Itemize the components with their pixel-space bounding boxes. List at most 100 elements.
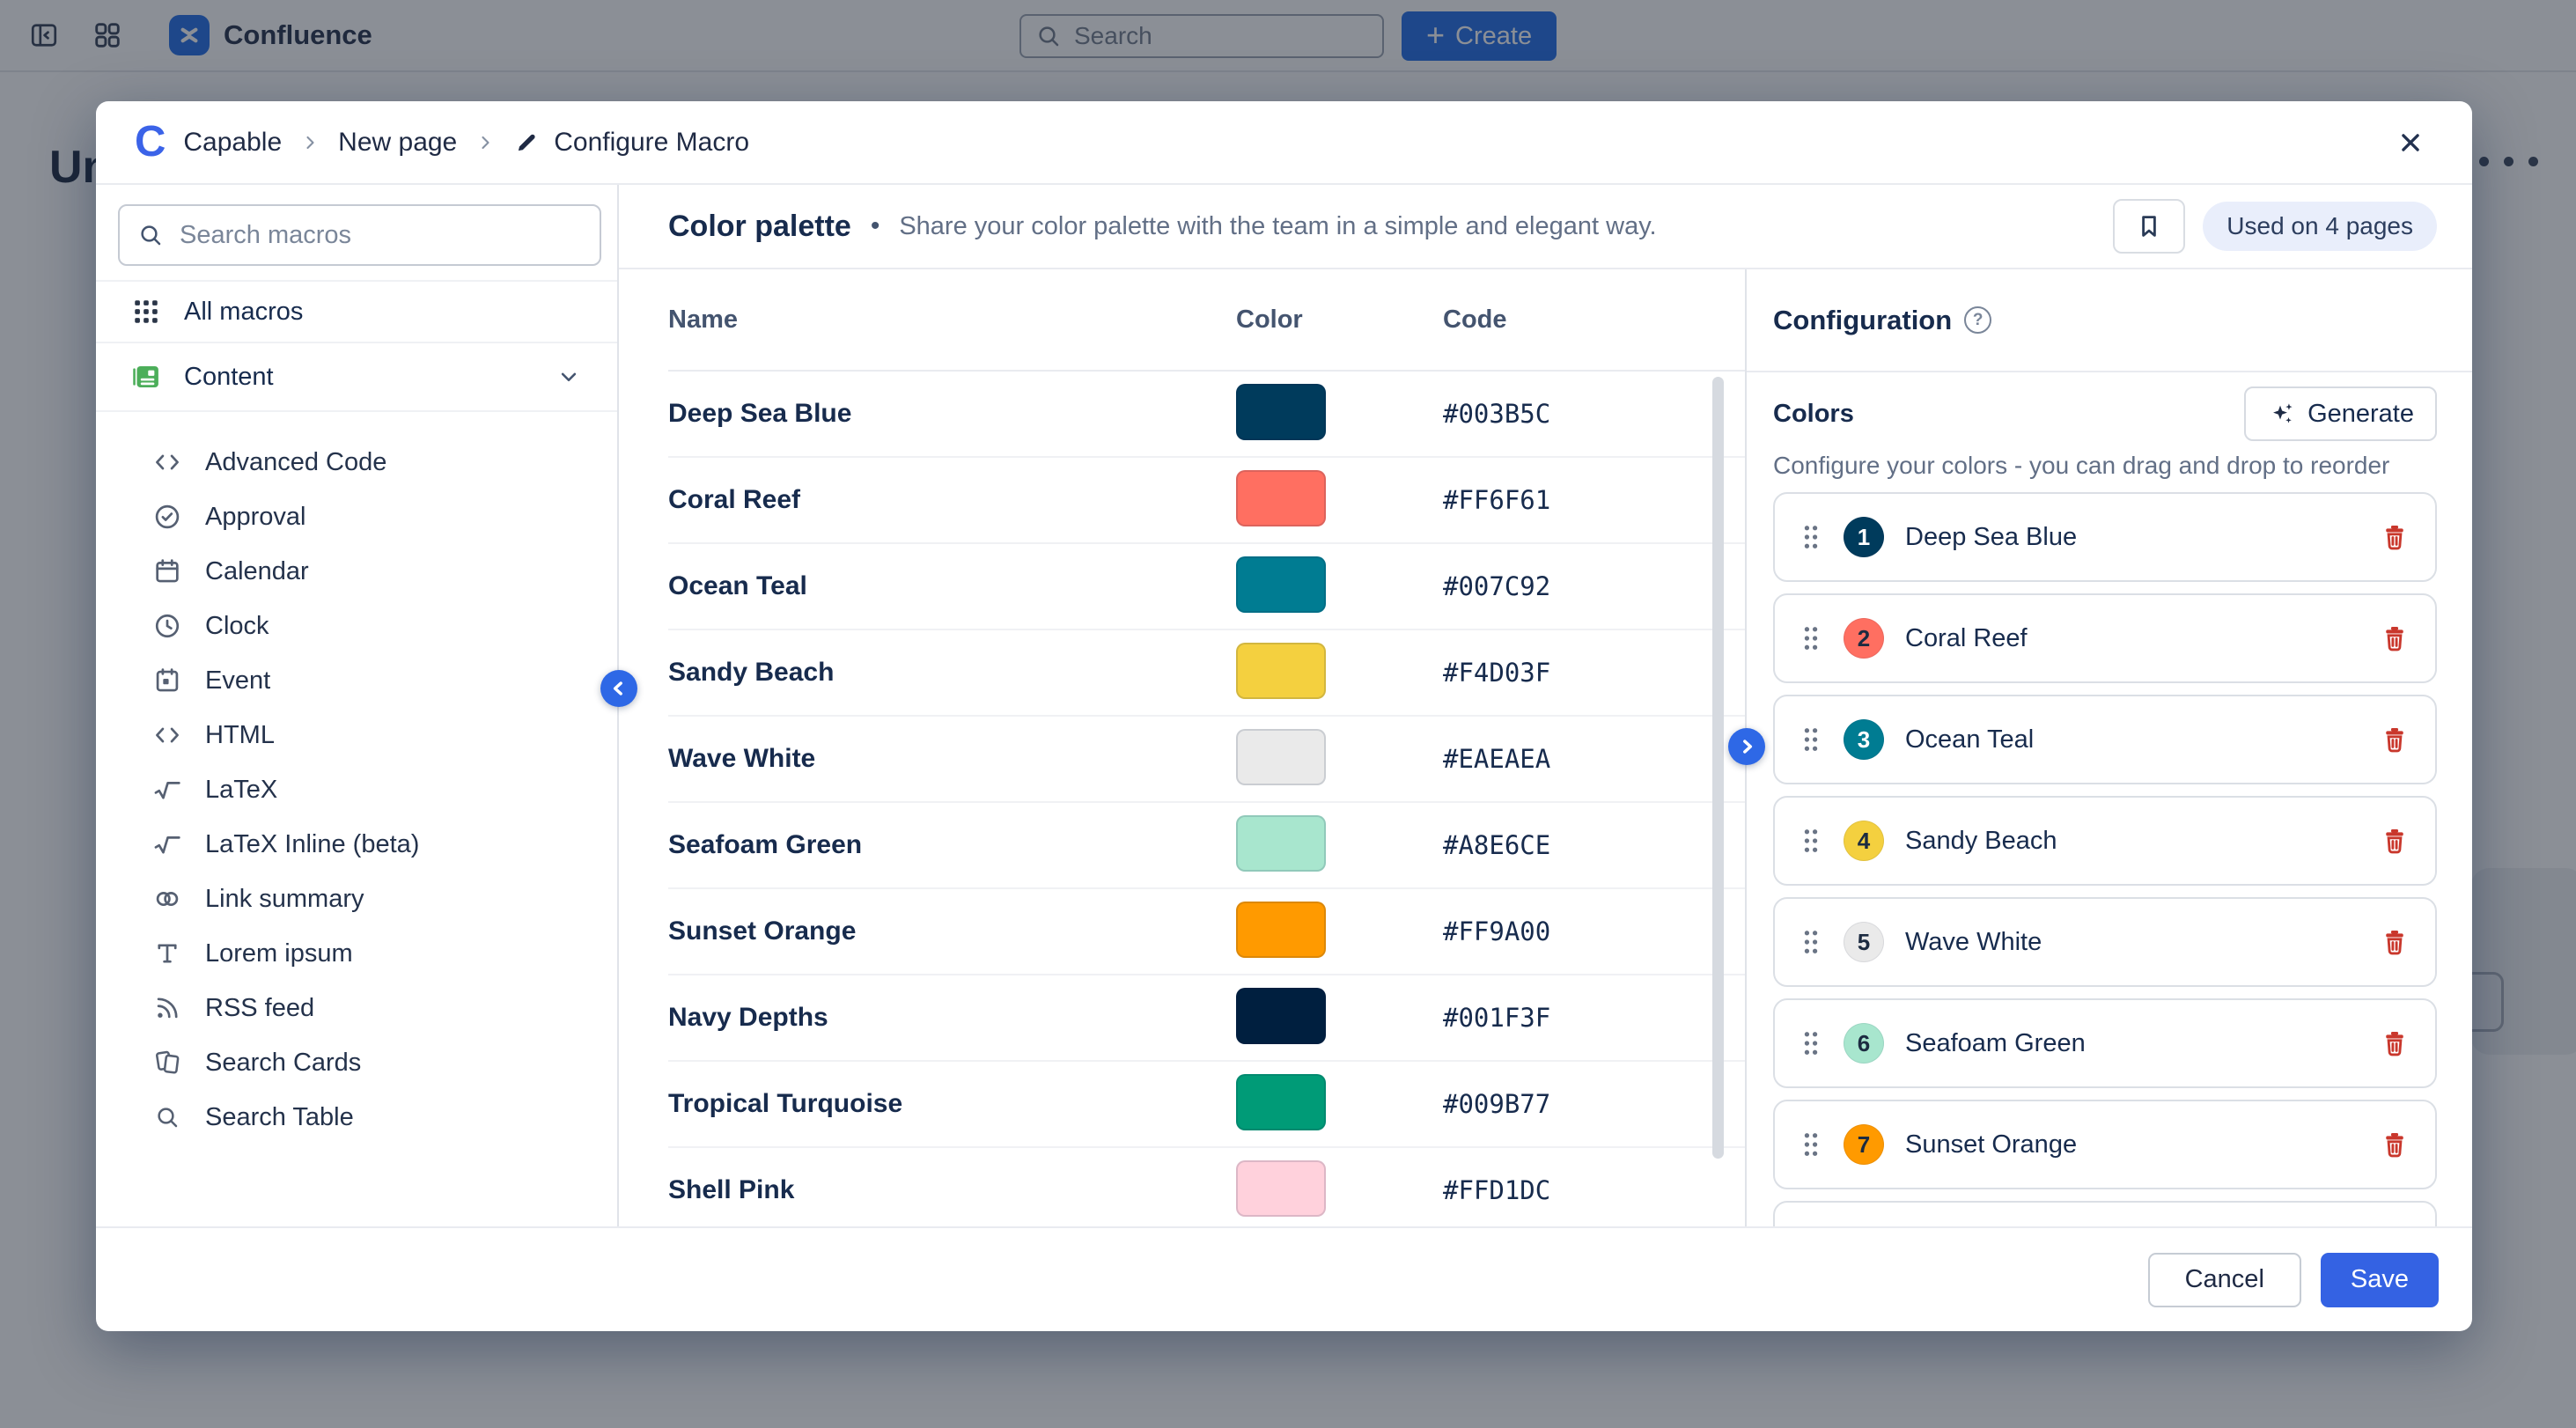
drag-handle-icon[interactable] — [1801, 624, 1821, 652]
palette-row: Wave White #EAEAEA — [668, 717, 1745, 803]
order-badge: 6 — [1844, 1023, 1884, 1064]
delete-button[interactable] — [2379, 622, 2410, 654]
sidebar-macro-item[interactable]: Search Cards — [96, 1035, 617, 1090]
macro-header: Color palette • Share your color palette… — [619, 185, 2472, 269]
delete-button[interactable] — [2379, 1129, 2410, 1160]
link-icon — [152, 884, 182, 914]
sidebar-macro-item[interactable]: RSS feed — [96, 981, 617, 1035]
drag-handle-icon[interactable] — [1801, 827, 1821, 855]
sidebar-macro-item[interactable]: Search Table — [96, 1090, 617, 1145]
color-card[interactable]: 7 Sunset Orange — [1773, 1100, 2437, 1189]
title-separator: • — [871, 211, 880, 241]
latex-icon — [152, 829, 182, 859]
color-name: Navy Depths — [668, 1003, 1236, 1033]
color-card[interactable]: 5 Wave White — [1773, 897, 2437, 987]
trash-icon — [2379, 1129, 2410, 1160]
capable-logo: C — [135, 121, 164, 164]
color-code: #009B77 — [1443, 1089, 1745, 1119]
help-icon[interactable]: ? — [1964, 306, 1991, 334]
code-icon — [152, 720, 182, 750]
chevron-right-icon — [475, 132, 496, 153]
drag-handle-icon[interactable] — [1801, 1130, 1821, 1159]
configuration-panel: Configuration ? Colors Generate — [1747, 269, 2472, 1226]
card-color-name: Coral Reef — [1905, 624, 2028, 653]
all-macros-label: All macros — [184, 298, 303, 327]
drag-handle-icon[interactable] — [1801, 1029, 1821, 1057]
color-code: #007C92 — [1443, 571, 1745, 601]
sidebar-macro-item[interactable]: Clock — [96, 599, 617, 653]
cancel-button[interactable]: Cancel — [2148, 1253, 2301, 1307]
trash-icon — [2379, 622, 2410, 654]
sidebar-macro-item[interactable]: Approval — [96, 489, 617, 544]
configuration-body: Colors Generate Configure your colors - … — [1747, 372, 2472, 1226]
chevron-right-icon — [1735, 735, 1758, 758]
column-header-name: Name — [668, 305, 1236, 335]
delete-button[interactable] — [2379, 825, 2410, 857]
chevron-down-icon[interactable] — [556, 364, 582, 390]
breadcrumb: C Capable New page Configure Macro — [96, 101, 2472, 185]
sidebar-macro-item[interactable]: HTML — [96, 708, 617, 762]
sidebar-macro-item[interactable]: Link summary — [96, 872, 617, 926]
trash-icon — [2379, 521, 2410, 553]
color-card[interactable]: 6 Seafoam Green — [1773, 998, 2437, 1088]
search-icon — [152, 1104, 182, 1130]
drag-handle-icon[interactable] — [1801, 523, 1821, 551]
delete-button[interactable] — [2379, 1027, 2410, 1059]
color-code: #F4D03F — [1443, 658, 1745, 688]
delete-button[interactable] — [2379, 926, 2410, 958]
drag-handle-icon[interactable] — [1801, 725, 1821, 754]
macro-search[interactable] — [118, 204, 601, 266]
color-card[interactable]: 1 Deep Sea Blue — [1773, 492, 2437, 582]
collapse-right-panel-button[interactable] — [1728, 728, 1765, 765]
column-header-color: Color — [1236, 305, 1443, 335]
macro-item-label: Event — [205, 666, 270, 696]
approval-icon — [152, 502, 182, 532]
color-swatch — [1236, 988, 1326, 1044]
sidebar-macro-item[interactable]: LaTeX — [96, 762, 617, 817]
bookmark-button[interactable] — [2113, 199, 2185, 254]
configuration-hint: Configure your colors - you can drag and… — [1773, 452, 2437, 480]
delete-button[interactable] — [2379, 521, 2410, 553]
sidebar-macro-item[interactable]: Event — [96, 653, 617, 708]
drag-handle-icon[interactable] — [1801, 928, 1821, 956]
color-name: Shell Pink — [668, 1175, 1236, 1205]
table-scrollbar[interactable] — [1712, 377, 1724, 1159]
sidebar-macro-item[interactable]: Lorem ipsum — [96, 926, 617, 981]
color-name: Sandy Beach — [668, 658, 1236, 688]
color-card[interactable]: 2 Coral Reef — [1773, 593, 2437, 683]
sidebar-macro-item[interactable]: Calendar — [96, 544, 617, 599]
color-card[interactable]: 4 Sandy Beach — [1773, 796, 2437, 886]
card-color-name: Sunset Orange — [1905, 1130, 2077, 1159]
breadcrumb-macro: Configure Macro — [554, 128, 749, 158]
sidebar-category-content[interactable]: Content — [96, 342, 617, 412]
card-color-name: Wave White — [1905, 928, 2042, 957]
color-name: Wave White — [668, 744, 1236, 774]
sidebar-macro-item[interactable]: LaTeX Inline (beta) — [96, 817, 617, 872]
macro-search-input[interactable] — [180, 221, 549, 250]
color-card[interactable]: 3 Ocean Teal — [1773, 695, 2437, 784]
rss-icon — [152, 993, 182, 1023]
collapse-left-panel-button[interactable] — [600, 670, 637, 707]
color-swatch — [1236, 470, 1326, 526]
delete-button[interactable] — [2379, 724, 2410, 755]
macro-list: Advanced Code Approval Calendar Clock Ev… — [96, 412, 617, 1145]
generate-button[interactable]: Generate — [2244, 386, 2437, 441]
color-swatch — [1236, 384, 1326, 440]
sidebar-macro-item[interactable]: Advanced Code — [96, 435, 617, 489]
color-swatch — [1236, 1074, 1326, 1130]
breadcrumb-space[interactable]: Capable — [183, 128, 282, 158]
macro-sidebar: All macros Content Advanced Code Approva… — [96, 185, 619, 1226]
close-button[interactable] — [2388, 120, 2433, 166]
color-swatch — [1236, 1160, 1326, 1217]
palette-table-header: Name Color Code — [668, 269, 1745, 370]
content-category-label: Content — [184, 363, 274, 392]
palette-row: Ocean Teal #007C92 — [668, 544, 1745, 630]
sparkle-icon — [2267, 399, 2297, 429]
event-icon — [152, 666, 182, 696]
color-name: Tropical Turquoise — [668, 1089, 1236, 1119]
sidebar-item-all-macros[interactable]: All macros — [96, 280, 617, 342]
breadcrumb-page[interactable]: New page — [338, 128, 457, 158]
chevron-right-icon — [299, 132, 320, 153]
macro-item-label: Search Table — [205, 1103, 354, 1132]
save-button[interactable]: Save — [2321, 1253, 2439, 1307]
